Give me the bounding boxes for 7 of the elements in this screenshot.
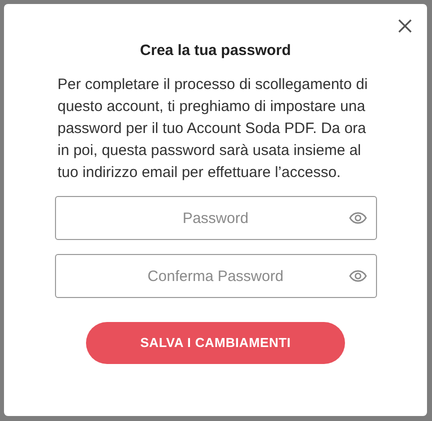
- password-field[interactable]: Conferma Password: [54, 254, 376, 298]
- eye-icon[interactable]: [348, 270, 366, 282]
- dialog-message: Per completare il processo di scollegamento di questo account, ti preghiamo di impostare una password per il tuo Account Soda PDF. Da ora in poi, questa password sarà usata insieme al tuo indirizzo email per effettuare l’accesso.: [56, 75, 369, 183]
- save-button[interactable]: SALVA I CAMBIAMENTI: [86, 322, 345, 364]
- dialog-title: Crea la tua password: [140, 41, 291, 61]
- eye-icon[interactable]: [348, 212, 366, 224]
- password-field[interactable]: Password: [54, 196, 376, 240]
